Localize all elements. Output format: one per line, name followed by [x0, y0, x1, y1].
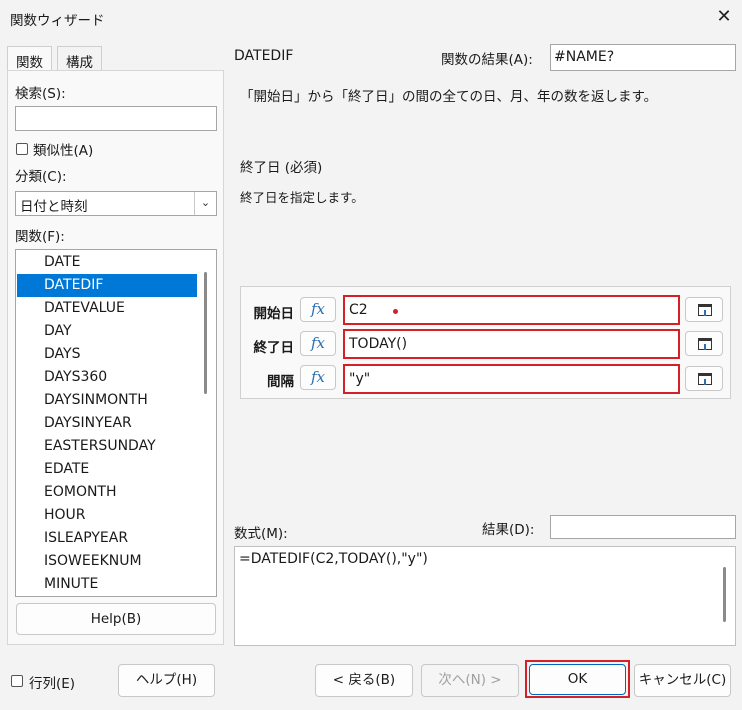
title-bar	[0, 0, 742, 36]
arg-label-interval: 間隔	[267, 374, 294, 390]
search-label: 検索(S):	[15, 86, 66, 102]
function-list-item[interactable]: MINUTE	[17, 573, 197, 596]
function-list-item[interactable]: ISOWEEKNUM	[17, 550, 197, 573]
similarity-checkbox[interactable]	[16, 143, 28, 155]
array-label: 行列(E)	[29, 676, 76, 692]
function-list-item[interactable]: EASTERSUNDAY	[17, 435, 197, 458]
chevron-down-icon[interactable]: ⌄	[194, 192, 216, 215]
cursor-dot	[393, 309, 398, 314]
help-button-left[interactable]: Help(B)	[16, 603, 216, 635]
function-list-item[interactable]: DAYSINYEAR	[17, 412, 197, 435]
function-list-item[interactable]: DAYS360	[17, 366, 197, 389]
function-name: DATEDIF	[234, 48, 294, 64]
param-title: 終了日 (必須)	[240, 160, 323, 176]
arg-field-interval[interactable]: "y"	[343, 364, 680, 394]
shrink-icon	[698, 373, 712, 385]
formula-label: 数式(M):	[234, 526, 288, 542]
result-label: 関数の結果(A):	[441, 52, 533, 68]
array-checkbox[interactable]	[11, 675, 23, 687]
function-list-item[interactable]: HOUR	[17, 504, 197, 527]
arg-field-end[interactable]: TODAY()	[343, 329, 680, 359]
shrink-button-end[interactable]	[685, 331, 723, 356]
arg-field-start[interactable]: C2	[343, 295, 680, 325]
fx-button-end[interactable]: fx	[300, 331, 336, 356]
function-list-item[interactable]: EOMONTH	[17, 481, 197, 504]
function-list-item[interactable]: DAY	[17, 320, 197, 343]
functions-label: 関数(F):	[15, 229, 65, 245]
fx-icon: fx	[310, 334, 325, 352]
shrink-icon	[698, 338, 712, 350]
window-title: 関数ウィザード	[10, 13, 105, 29]
function-list-item[interactable]: EDATE	[17, 458, 197, 481]
param-description: 終了日を指定します。	[240, 190, 364, 205]
fx-button-start[interactable]: fx	[300, 297, 336, 322]
shrink-button-interval[interactable]	[685, 366, 723, 391]
arg-label-start: 開始日	[253, 306, 295, 322]
formula-input[interactable]: =DATEDIF(C2,TODAY(),"y")	[234, 546, 736, 646]
shrink-icon	[698, 304, 712, 316]
fx-icon: fx	[310, 368, 325, 386]
function-list-item[interactable]: DATEDIF	[17, 274, 197, 297]
formula-result-label: 結果(D):	[482, 522, 535, 538]
category-value: 日付と時刻	[20, 199, 88, 215]
function-list-item[interactable]: DAYS	[17, 343, 197, 366]
cancel-button[interactable]: キャンセル(C)	[634, 664, 731, 697]
function-list-item[interactable]: DATE	[17, 251, 197, 274]
fx-button-interval[interactable]: fx	[300, 365, 336, 390]
search-input[interactable]	[15, 106, 217, 131]
tab-structure[interactable]: 構成	[57, 46, 102, 71]
back-button[interactable]: < 戻る(B)	[315, 664, 413, 697]
function-list[interactable]: DATE DATEDIF DATEVALUE DAY DAYS DAYS360 DAYSIN…	[15, 249, 217, 597]
function-description: 「開始日」から「終了日」の間の全ての日、月、年の数を返します。	[240, 89, 658, 105]
ok-button[interactable]: OK	[529, 664, 626, 695]
similarity-label: 類似性(A)	[33, 143, 94, 159]
formula-result	[550, 515, 736, 539]
fx-icon: fx	[310, 300, 325, 318]
function-list-item[interactable]: DAYSINMONTH	[17, 389, 197, 412]
list-scrollbar[interactable]	[204, 272, 207, 394]
next-button[interactable]: 次へ(N) >	[421, 664, 519, 697]
formula-scrollbar[interactable]	[723, 567, 726, 622]
arg-label-end: 終了日	[253, 340, 295, 356]
close-icon[interactable]: ✕	[712, 4, 736, 30]
function-list-item[interactable]: DATEVALUE	[17, 297, 197, 320]
category-label: 分類(C):	[15, 169, 67, 185]
help-button[interactable]: ヘルプ(H)	[118, 664, 215, 697]
function-result: #NAME?	[550, 44, 736, 71]
category-select[interactable]: 日付と時刻 ⌄	[15, 191, 217, 216]
function-list-item[interactable]: ISLEAPYEAR	[17, 527, 197, 550]
shrink-button-start[interactable]	[685, 297, 723, 322]
tab-functions[interactable]: 関数	[7, 46, 52, 71]
